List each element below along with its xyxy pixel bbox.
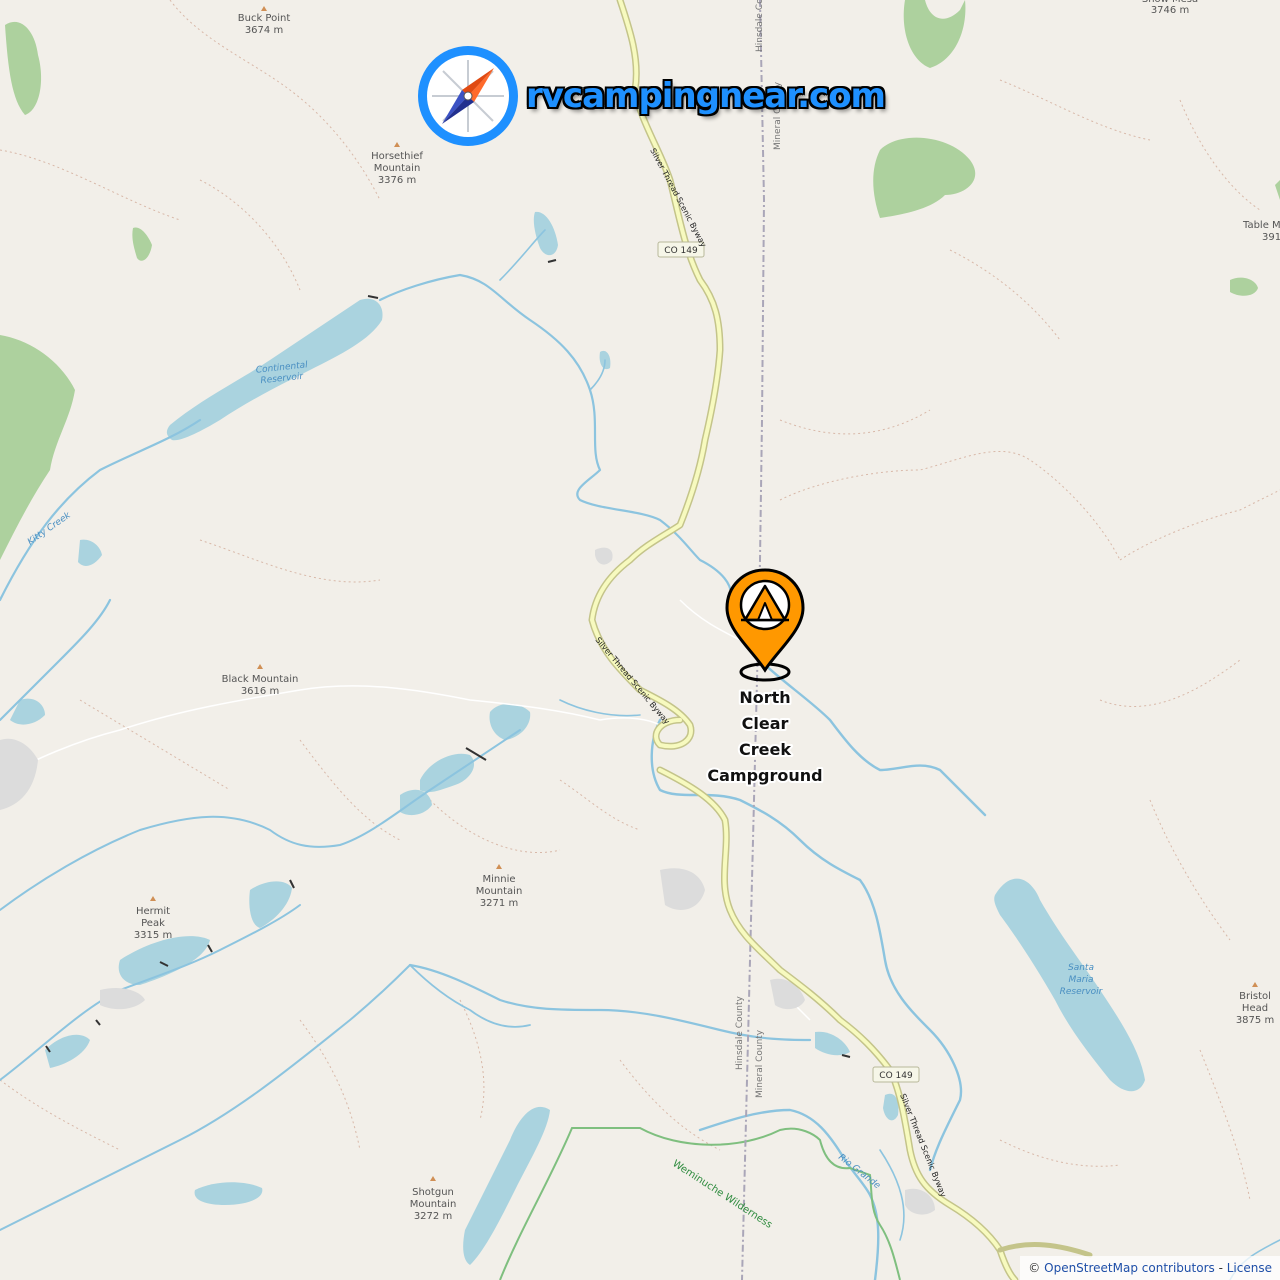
peak-name: Table M [1242,220,1280,231]
copyright-symbol: © [1028,1261,1041,1275]
route-shield-north: CO 149 [657,241,705,258]
peak-name: Bristol [1239,991,1271,1002]
peak-name: Mountain [410,1199,457,1210]
peak-elevation: 391 [1262,232,1280,243]
peak-elevation: 3271 m [480,898,518,909]
peak-name: Buck Point [238,13,291,24]
peak-elevation: 3674 m [245,25,283,36]
site-logo[interactable]: rvcampingnear.com [414,40,886,152]
santa-maria-label-line2: Maria [1069,975,1094,985]
santa-maria-label-line1: Santa [1068,963,1094,973]
attribution-separator: - [1218,1261,1223,1275]
peak-name: Hermit [136,906,170,917]
campground-label-line3: Creek [739,740,791,759]
peak-elevation: 3875 m [1236,1015,1274,1026]
santa-maria-label-line3: Reservoir [1060,987,1104,997]
peak-name: Head [1242,1003,1268,1014]
map-attribution: © OpenStreetMap contributors - License [1020,1256,1280,1280]
peak-elevation: 3746 m [1151,5,1189,16]
peak-name: Minnie [482,874,515,885]
peak-name: Mountain [374,163,421,174]
land-background [0,0,1280,1280]
map-canvas[interactable]: CO 149 CO 149 Silver Thread Scenic Byway… [0,0,1280,1280]
svg-text:CO 149: CO 149 [879,1071,913,1081]
campground-label-line1: North [739,688,790,707]
map[interactable]: CO 149 CO 149 Silver Thread Scenic Byway… [0,0,1280,1280]
peak-elevation: 3376 m [378,175,416,186]
peak-name: Black Mountain [222,674,299,685]
peak-elevation: 3616 m [241,686,279,697]
county-label-mineral-south: Mineral County [755,1029,765,1098]
svg-text:CO 149: CO 149 [664,246,698,256]
peak-name: Horsethief [371,151,423,162]
logo-text: rvcampingnear.com [526,76,886,116]
peak-name: Peak [141,918,165,929]
campground-label-line4: Campground [707,766,822,785]
peak-elevation: 3315 m [134,930,172,941]
route-shield-south: CO 149 [872,1066,920,1083]
county-label-hinsdale-south: Hinsdale County [735,995,745,1070]
peak-name: Shotgun [412,1187,454,1198]
campground-label-line2: Clear [742,714,789,733]
peak-elevation: 3272 m [414,1211,452,1222]
osm-contributors-link[interactable]: OpenStreetMap contributors [1044,1261,1215,1275]
license-link[interactable]: License [1227,1261,1272,1275]
peak-name: Mountain [476,886,523,897]
compass-icon [418,46,518,146]
